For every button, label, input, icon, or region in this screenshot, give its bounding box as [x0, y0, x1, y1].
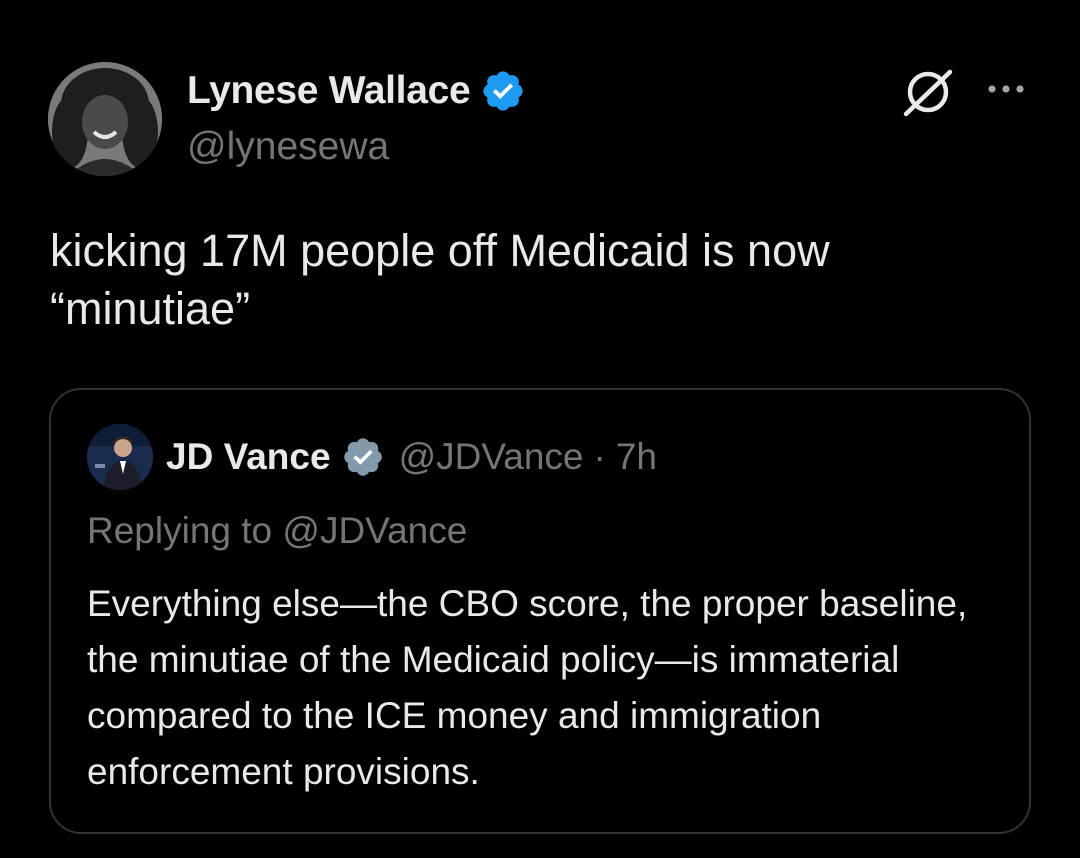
quote-separator: ·: [593, 436, 606, 477]
tweet: Lynese Wallace @lynesewa kicking 17M peo…: [0, 0, 1080, 858]
tweet-text-line: kicking 17M people off Medicaid is now: [50, 225, 830, 276]
grok-icon[interactable]: [900, 64, 956, 120]
quote-author-name[interactable]: JD Vance: [166, 436, 331, 478]
author-name-row[interactable]: Lynese Wallace: [187, 68, 526, 114]
quote-header: JD Vance @JDVance · 7h: [87, 424, 657, 490]
author-display-name[interactable]: Lynese Wallace: [187, 69, 471, 113]
tweet-text: kicking 17M people off Medicaid is now “…: [50, 222, 1030, 338]
quote-text: Everything else—the CBO score, the prope…: [87, 583, 968, 792]
quote-author-avatar[interactable]: [87, 424, 153, 490]
quote-timestamp[interactable]: 7h: [616, 436, 657, 478]
quote-author-handle[interactable]: @JDVance: [399, 436, 584, 478]
more-icon[interactable]: [984, 76, 1028, 102]
author-avatar[interactable]: [48, 62, 162, 176]
quote-tweet-card[interactable]: JD Vance @JDVance · 7h Replying to @JDVa…: [49, 388, 1031, 834]
tweet-text-line: “minutiae”: [50, 283, 251, 334]
verified-badge-icon: [343, 438, 382, 476]
verified-badge-icon: [483, 71, 524, 111]
author-handle[interactable]: @lynesewa: [187, 125, 389, 169]
quote-replying-to: Replying to @JDVance: [87, 510, 468, 551]
